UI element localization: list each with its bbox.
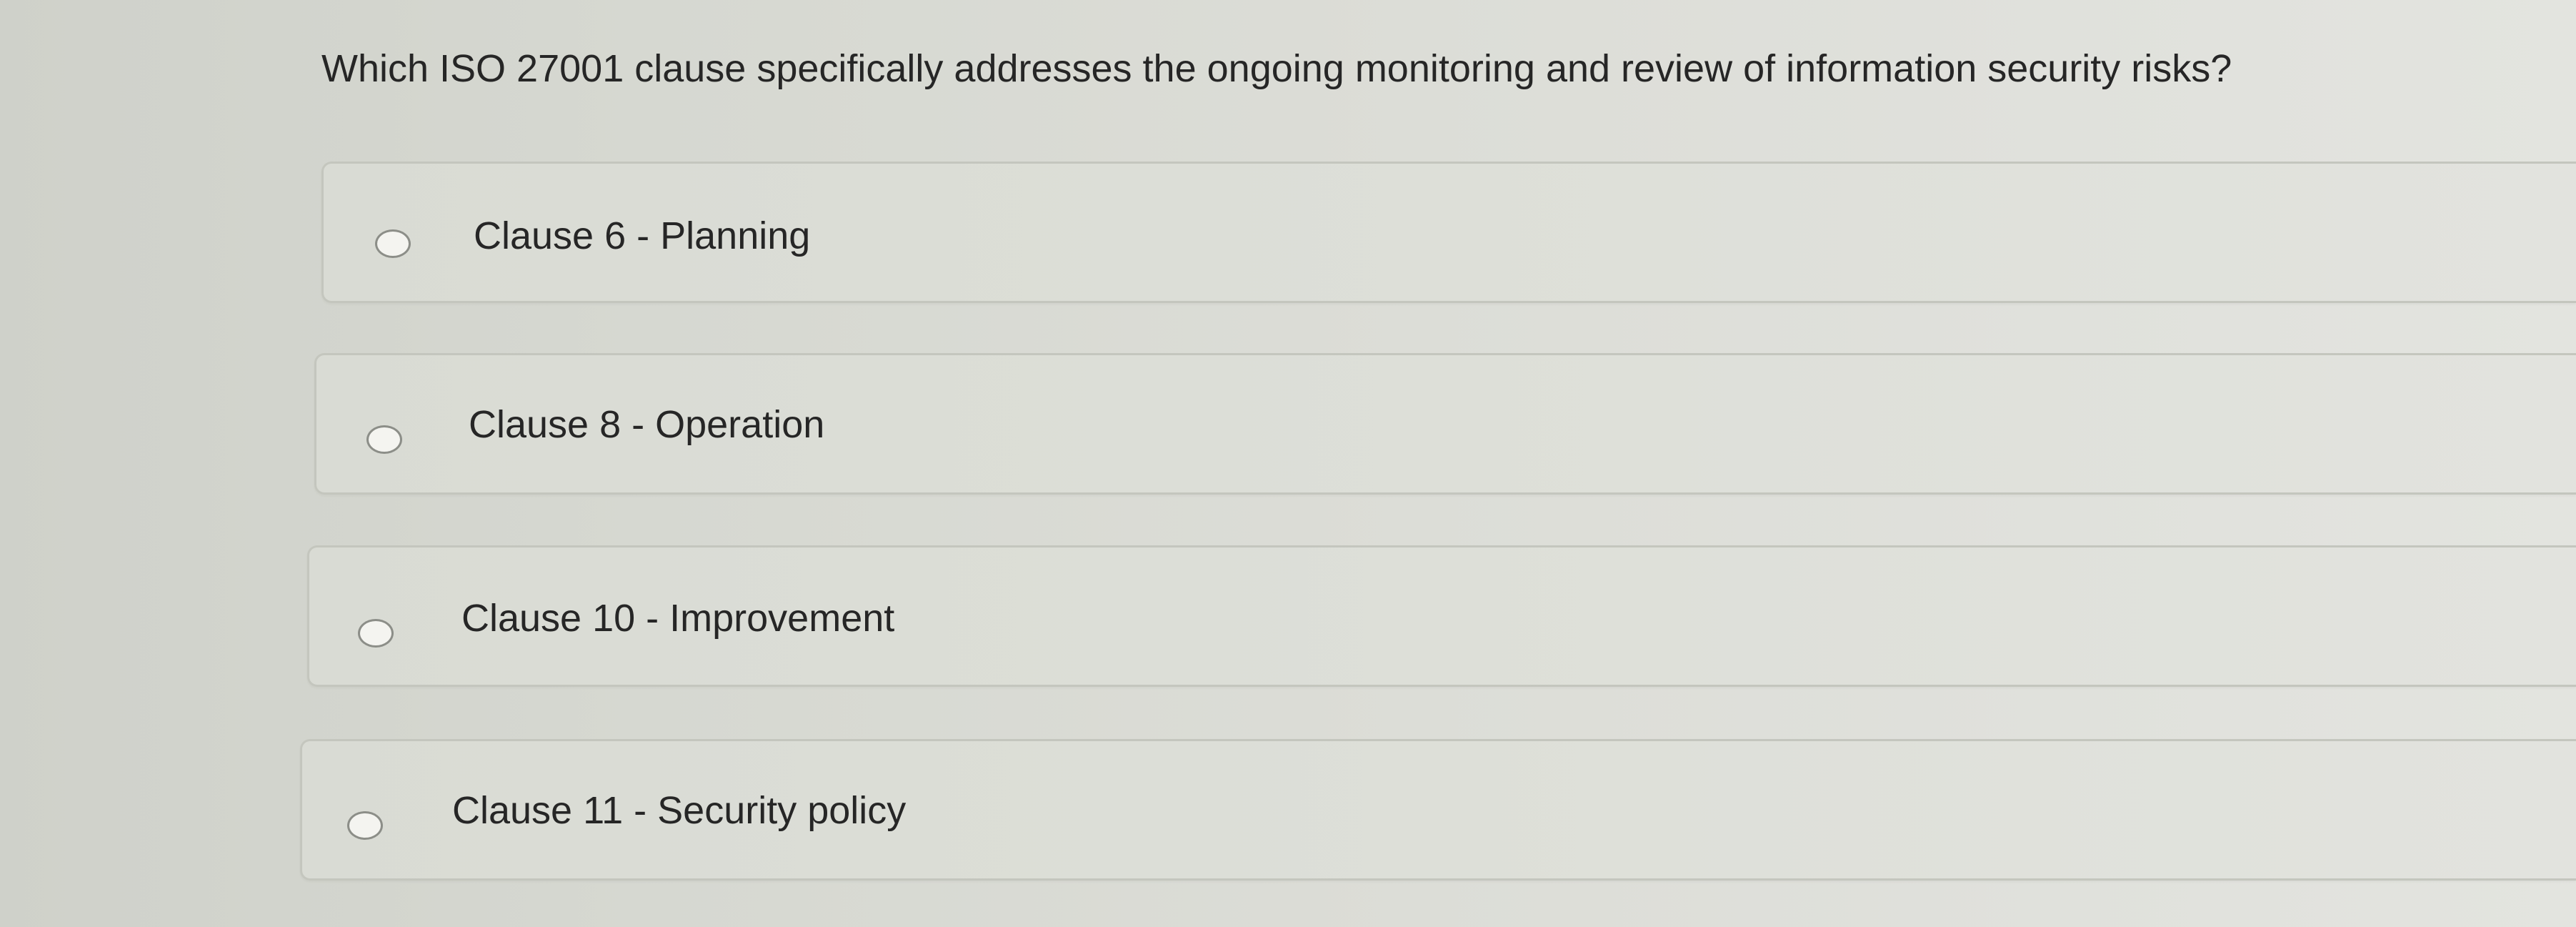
answer-option-4[interactable]: Clause 11 - Security policy: [300, 739, 2576, 881]
option-label-3: Clause 10 - Improvement: [461, 597, 895, 640]
answer-option-2[interactable]: Clause 8 - Operation: [314, 353, 2576, 495]
answer-option-1[interactable]: Clause 6 - Planning: [321, 162, 2576, 303]
radio-button-1[interactable]: [375, 229, 411, 258]
answer-option-3[interactable]: Clause 10 - Improvement: [307, 545, 2576, 687]
radio-button-4[interactable]: [347, 811, 383, 840]
radio-button-2[interactable]: [366, 425, 402, 454]
option-label-4: Clause 11 - Security policy: [452, 789, 907, 832]
question-text: Which ISO 27001 clause specifically addr…: [321, 47, 2232, 90]
radio-button-3[interactable]: [358, 619, 394, 648]
option-label-2: Clause 8 - Operation: [469, 403, 825, 446]
option-label-1: Clause 6 - Planning: [474, 214, 811, 257]
